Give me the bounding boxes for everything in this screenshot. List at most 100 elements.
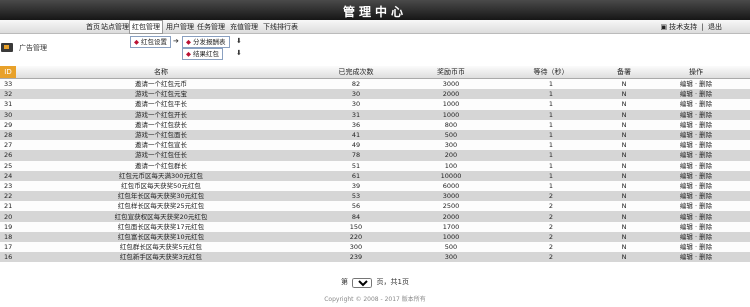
nav-item-home[interactable]: 首页 bbox=[86, 22, 100, 32]
cell-count: 41 bbox=[306, 129, 406, 141]
edit-link[interactable]: 编辑 bbox=[680, 243, 693, 251]
cell-id: 31 bbox=[0, 99, 16, 110]
delete-link[interactable]: 删除 bbox=[699, 151, 712, 159]
cell-id: 25 bbox=[0, 160, 16, 171]
col-header-wait[interactable]: 等待（秒） bbox=[496, 66, 606, 79]
delete-link[interactable]: 删除 bbox=[699, 90, 712, 98]
cell-note: N bbox=[606, 252, 642, 263]
cell-reward: 300 bbox=[406, 252, 496, 263]
submenu-item-result[interactable]: ◆ 结果红包 bbox=[182, 48, 223, 60]
edit-link[interactable]: 编辑 bbox=[680, 213, 693, 221]
submenu-item-reward[interactable]: ◆ 分发报酬表 bbox=[182, 36, 230, 48]
delete-link[interactable]: 删除 bbox=[699, 121, 712, 129]
cell-wait: 2 bbox=[496, 252, 606, 263]
cell-actions: 编辑 · 删除 bbox=[642, 119, 750, 130]
arrow-down-icon: ⬇ bbox=[236, 49, 242, 57]
redpacket-icon: ◆ bbox=[186, 38, 191, 46]
delete-link[interactable]: 删除 bbox=[699, 213, 712, 221]
delete-link[interactable]: 删除 bbox=[699, 111, 712, 119]
support-link[interactable]: 技术支持 bbox=[669, 23, 697, 31]
delete-link[interactable]: 删除 bbox=[699, 131, 712, 139]
cell-wait: 2 bbox=[496, 211, 606, 222]
cell-wait: 1 bbox=[496, 150, 606, 161]
cell-reward: 2500 bbox=[406, 201, 496, 212]
edit-link[interactable]: 编辑 bbox=[680, 202, 693, 210]
delete-link[interactable]: 删除 bbox=[699, 141, 712, 149]
table-row: 17 红包群长区每天获奖5元红包 300 500 2 N 编辑 · 删除 bbox=[0, 242, 750, 253]
cell-count: 61 bbox=[306, 170, 406, 181]
cell-reward: 500 bbox=[406, 242, 496, 253]
edit-link[interactable]: 编辑 bbox=[680, 233, 693, 241]
delete-link[interactable]: 删除 bbox=[699, 100, 712, 108]
cell-id: 29 bbox=[0, 119, 16, 130]
nav-user-area: ▣ 技术支持 | 退出 bbox=[659, 22, 722, 32]
table-row: 31 邀请一个红包平长 30 1000 1 N 编辑 · 删除 bbox=[0, 99, 750, 110]
delete-link[interactable]: 删除 bbox=[699, 253, 712, 261]
cell-note: N bbox=[606, 129, 642, 141]
edit-link[interactable]: 编辑 bbox=[680, 151, 693, 159]
edit-link[interactable]: 编辑 bbox=[680, 141, 693, 149]
col-header-id[interactable]: ID bbox=[0, 66, 16, 79]
cell-count: 239 bbox=[306, 252, 406, 263]
edit-link[interactable]: 编辑 bbox=[680, 131, 693, 139]
edit-link[interactable]: 编辑 bbox=[680, 100, 693, 108]
col-header-reward[interactable]: 奖励币币 bbox=[406, 66, 496, 79]
delete-link[interactable]: 删除 bbox=[699, 182, 712, 190]
nav-item-users[interactable]: 用户管理 bbox=[166, 22, 194, 32]
col-header-name[interactable]: 名称 bbox=[16, 66, 306, 79]
edit-link[interactable]: 编辑 bbox=[680, 192, 693, 200]
top-header: 管理中心 bbox=[0, 0, 750, 20]
cell-id: 18 bbox=[0, 231, 16, 242]
edit-link[interactable]: 编辑 bbox=[680, 80, 693, 88]
cell-id: 33 bbox=[0, 78, 16, 90]
cell-reward: 2000 bbox=[406, 211, 496, 222]
nav-item-tasks[interactable]: 任务管理 bbox=[197, 22, 225, 32]
cell-actions: 编辑 · 删除 bbox=[642, 78, 750, 90]
edit-link[interactable]: 编辑 bbox=[680, 121, 693, 129]
cell-name: 红包年长区每天获奖30元红包 bbox=[16, 191, 306, 202]
cell-name: 红包富长区每天获奖10元红包 bbox=[16, 231, 306, 242]
delete-link[interactable]: 删除 bbox=[699, 162, 712, 170]
delete-link[interactable]: 删除 bbox=[699, 192, 712, 200]
table-row: 27 邀请一个红包宣长 49 300 1 N 编辑 · 删除 bbox=[0, 140, 750, 151]
edit-link[interactable]: 编辑 bbox=[680, 172, 693, 180]
nav-item-ranking[interactable]: 下线排行表 bbox=[263, 22, 298, 32]
cell-reward: 1000 bbox=[406, 231, 496, 242]
delete-link[interactable]: 删除 bbox=[699, 243, 712, 251]
cell-count: 220 bbox=[306, 231, 406, 242]
delete-link[interactable]: 删除 bbox=[699, 223, 712, 231]
nav-item-site[interactable]: 站点管理 bbox=[101, 22, 129, 32]
cell-reward: 1700 bbox=[406, 221, 496, 232]
nav-item-recharge[interactable]: 充值管理 bbox=[230, 22, 258, 32]
table-row: 19 红包面长区每天获奖17元红包 150 1700 2 N 编辑 · 删除 bbox=[0, 221, 750, 232]
cell-wait: 1 bbox=[496, 119, 606, 130]
delete-link[interactable]: 删除 bbox=[699, 233, 712, 241]
table-row: 29 邀请一个红包获长 36 800 1 N 编辑 · 删除 bbox=[0, 119, 750, 130]
app-title: 管理中心 bbox=[342, 5, 407, 19]
edit-link[interactable]: 编辑 bbox=[680, 253, 693, 261]
cell-actions: 编辑 · 删除 bbox=[642, 160, 750, 171]
cell-actions: 编辑 · 删除 bbox=[642, 99, 750, 110]
logout-link[interactable]: 退出 bbox=[708, 23, 722, 31]
delete-link[interactable]: 删除 bbox=[699, 80, 712, 88]
edit-link[interactable]: 编辑 bbox=[680, 162, 693, 170]
cell-name: 邀请一个红包宣长 bbox=[16, 140, 306, 151]
col-header-note[interactable]: 备署 bbox=[606, 66, 642, 79]
edit-link[interactable]: 编辑 bbox=[680, 90, 693, 98]
cell-actions: 编辑 · 删除 bbox=[642, 231, 750, 242]
nav-item-redpacket[interactable]: 红包管理 bbox=[129, 20, 163, 34]
cell-name: 游戏一个红包任长 bbox=[16, 150, 306, 161]
edit-link[interactable]: 编辑 bbox=[680, 111, 693, 119]
submenu-item-settings[interactable]: ◆ 红包设置 bbox=[130, 36, 171, 48]
cell-count: 36 bbox=[306, 119, 406, 130]
delete-link[interactable]: 删除 bbox=[699, 172, 712, 180]
col-header-count[interactable]: 已完成次数 bbox=[306, 66, 406, 79]
pagination: 第 1 页，共1页 bbox=[0, 277, 750, 288]
edit-link[interactable]: 编辑 bbox=[680, 182, 693, 190]
edit-link[interactable]: 编辑 bbox=[680, 223, 693, 231]
page-select[interactable]: 1 bbox=[352, 278, 373, 288]
delete-link[interactable]: 删除 bbox=[699, 202, 712, 210]
cell-actions: 编辑 · 删除 bbox=[642, 221, 750, 232]
cell-wait: 2 bbox=[496, 201, 606, 212]
pager-suffix: 页，共1页 bbox=[376, 278, 409, 286]
